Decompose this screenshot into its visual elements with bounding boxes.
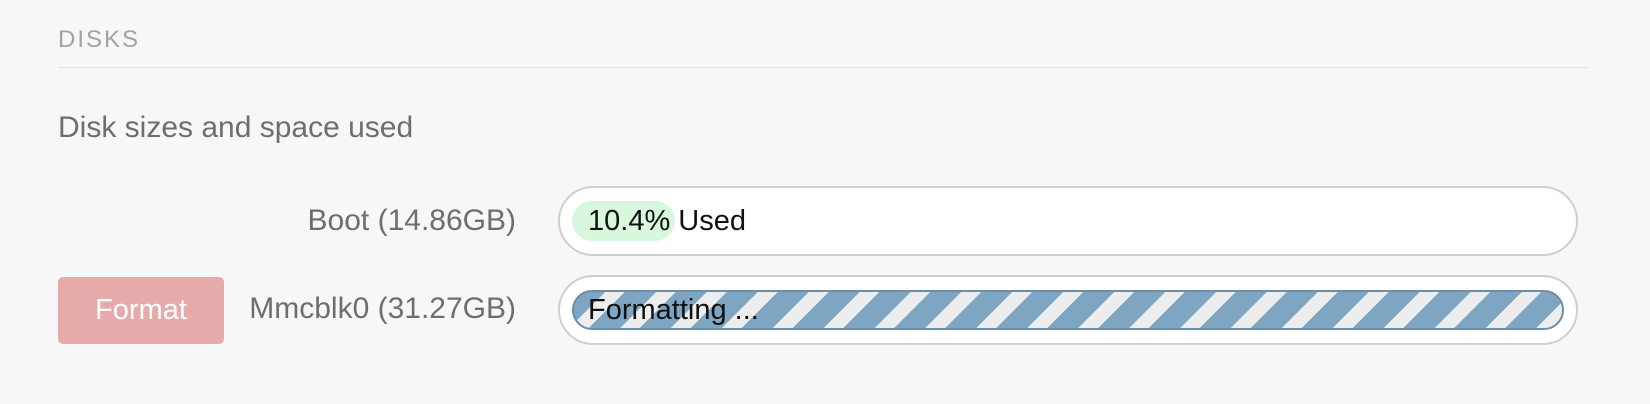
disk-usage-bar-boot: 10.4% Used	[558, 186, 1578, 256]
section-description: Disk sizes and space used	[58, 111, 414, 144]
disk-usage-text-boot: 10.4% Used	[588, 205, 746, 237]
disk-label-boot: Boot (14.86GB)	[307, 204, 516, 237]
disk-label-mmcblk0: Mmcblk0 (31.27GB)	[249, 292, 516, 325]
disk-status-text-mmcblk0: Formatting ...	[588, 294, 759, 326]
section-title: DISKS	[58, 26, 141, 53]
disk-format-progress-bar: Formatting ...	[558, 275, 1578, 345]
format-button[interactable]: Format	[58, 277, 224, 344]
section-divider	[58, 67, 1588, 68]
